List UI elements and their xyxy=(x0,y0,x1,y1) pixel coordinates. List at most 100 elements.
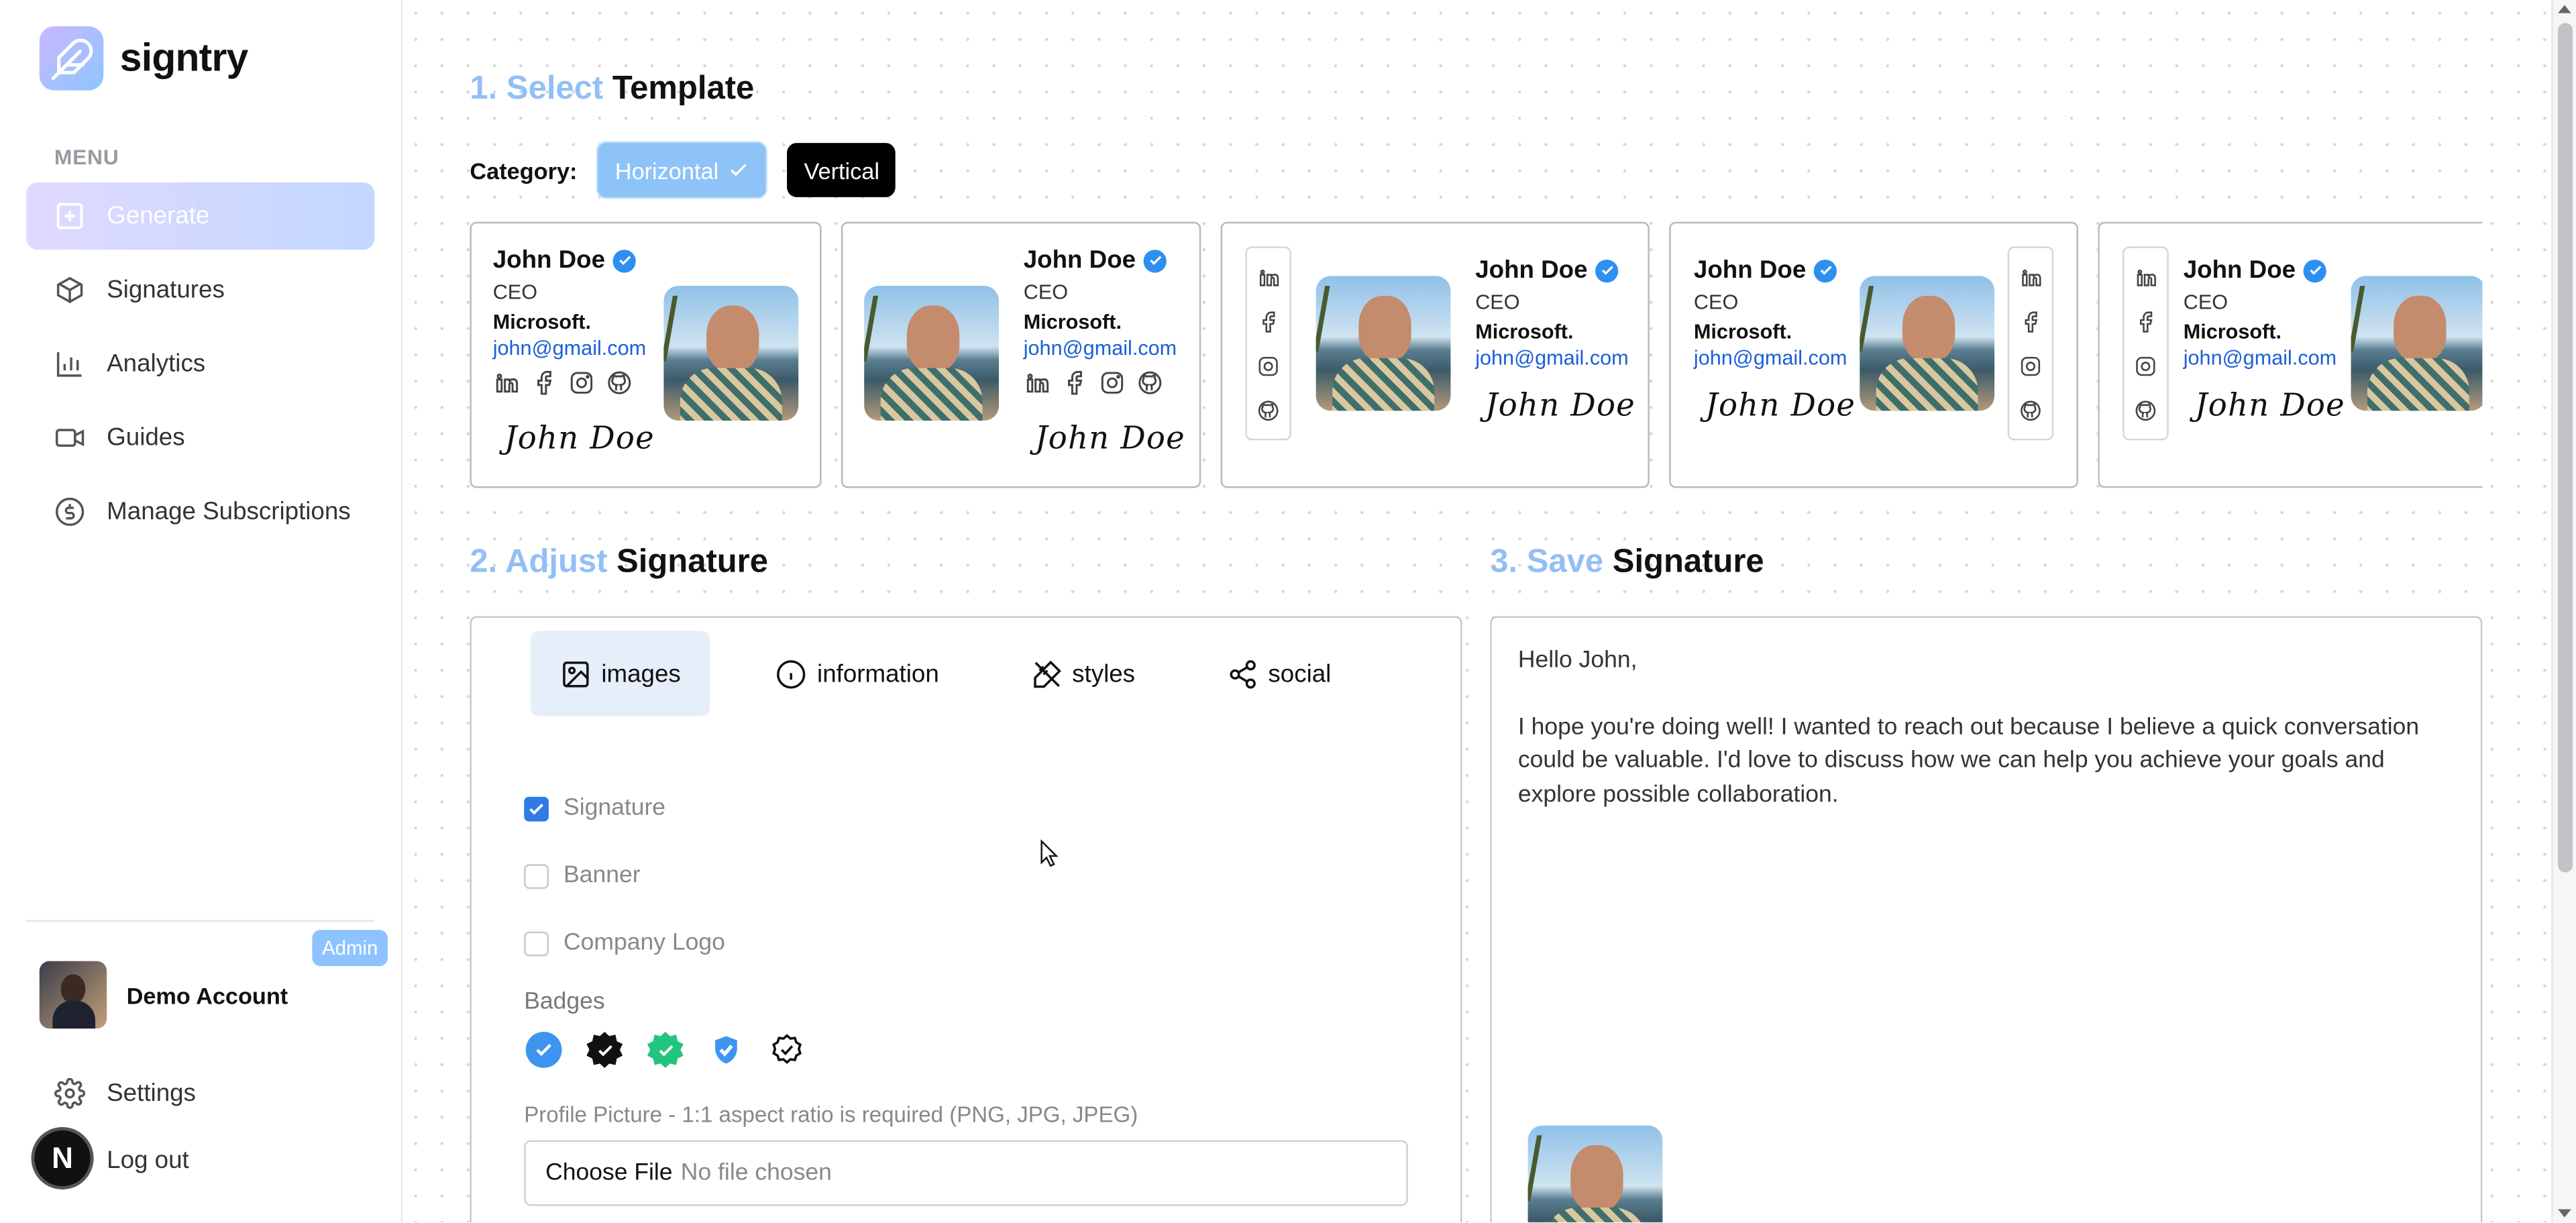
divider xyxy=(26,920,375,922)
green-verified-icon[interactable] xyxy=(647,1031,684,1068)
instagram-icon xyxy=(1258,356,1278,376)
email-preview: Hello John, I hope you're doing well! I … xyxy=(1518,644,2463,845)
scroll-up-icon[interactable] xyxy=(2558,5,2571,13)
scroll-thumb[interactable] xyxy=(2558,23,2573,873)
template-card[interactable]: John Doe CEO Microsoft. john@gmail.com J… xyxy=(1669,221,2078,488)
blue-verified-icon[interactable] xyxy=(525,1031,562,1068)
feather-logo-icon xyxy=(39,26,104,91)
profile-picture-file-input[interactable]: Choose File No file chosen xyxy=(524,1140,1408,1206)
badges-label: Badges xyxy=(524,989,605,1016)
tab-styles[interactable]: styles xyxy=(1002,631,1165,716)
n-badge: N xyxy=(31,1127,94,1190)
verified-icon xyxy=(1814,258,1837,282)
page-scrollbar[interactable] xyxy=(2551,0,2576,1223)
tab-images[interactable]: images xyxy=(531,631,710,716)
sidebar: signtry MENU Generate Signatures Analyti… xyxy=(0,0,403,1223)
verified-icon xyxy=(1595,258,1619,282)
app-name: signtry xyxy=(119,35,249,80)
social-icons xyxy=(1245,246,1291,441)
facebook-icon xyxy=(1263,311,1275,332)
account-card[interactable]: Demo Account xyxy=(39,961,288,1029)
option-banner[interactable]: Banner xyxy=(524,862,641,889)
profile-photo xyxy=(1316,276,1451,411)
template-role: CEO xyxy=(492,280,538,305)
tab-information[interactable]: information xyxy=(747,631,969,716)
social-icons xyxy=(1024,370,1163,396)
sidebar-item-signatures[interactable]: Signatures xyxy=(26,256,374,323)
black-verified-icon[interactable] xyxy=(586,1031,623,1068)
sidebar-item-label: Generate xyxy=(107,202,210,230)
email-body-text: I hope you're doing well! I wanted to re… xyxy=(1517,714,2420,808)
cube-icon xyxy=(56,276,83,303)
menu-label: MENU xyxy=(54,144,119,170)
template-card[interactable]: John Doe CEO Microsoft. john@gmail.com J… xyxy=(1220,221,1650,488)
signature-checkbox[interactable] xyxy=(524,796,549,821)
profile-picture-label: Profile Picture - 1:1 aspect ratio is re… xyxy=(524,1102,1138,1128)
logout-link[interactable]: Log out xyxy=(107,1147,189,1175)
scroll-down-icon[interactable] xyxy=(2558,1209,2571,1218)
blue-shield-icon[interactable] xyxy=(708,1032,745,1068)
main-content: 1. Select Template Category: Horizontal … xyxy=(402,0,2552,1223)
verified-icon xyxy=(613,249,637,272)
sidebar-item-analytics[interactable]: Analytics xyxy=(26,330,374,397)
github-icon xyxy=(1138,371,1162,394)
email-greeting: Hello John, xyxy=(1517,647,1638,674)
template-name: John Doe xyxy=(1024,246,1167,274)
adjust-panel: images information styles social Signatu… xyxy=(470,616,1462,1223)
github-icon xyxy=(2021,400,2041,420)
save-panel: Hello John, I hope you're doing well! I … xyxy=(1490,616,2483,1223)
template-role: CEO xyxy=(2183,290,2229,314)
github-icon xyxy=(2135,400,2156,420)
category-label: Category: xyxy=(470,156,578,184)
logout-label: Log out xyxy=(107,1147,189,1175)
role-badge: Admin xyxy=(312,930,388,967)
avatar xyxy=(39,961,107,1029)
template-email: john@gmail.com xyxy=(492,337,647,360)
sidebar-item-label: Signatures xyxy=(107,276,225,305)
share-icon xyxy=(1230,659,1256,688)
facebook-icon xyxy=(2025,311,2038,332)
bar-chart-icon xyxy=(56,352,82,377)
choose-file-button[interactable]: Choose File xyxy=(545,1160,672,1186)
category-horizontal-button[interactable]: Horizontal xyxy=(596,141,768,199)
template-card[interactable]: John Doe CEO Microsoft. john@gmail.com J… xyxy=(841,221,1201,488)
signature-script: John Doe xyxy=(504,420,655,457)
profile-photo xyxy=(1527,1125,1663,1223)
template-card[interactable]: John Doe CEO Microsoft. john@gmail.com J… xyxy=(2098,221,2483,488)
option-label: Banner xyxy=(564,862,641,889)
app-logo[interactable]: signtry xyxy=(39,26,249,91)
profile-photo xyxy=(663,286,799,421)
sidebar-item-generate[interactable]: Generate xyxy=(26,182,375,250)
settings-link[interactable]: Settings xyxy=(54,1077,196,1110)
template-company: Microsoft. xyxy=(1693,320,1792,343)
category-row: Category: Horizontal Vertical xyxy=(470,141,896,199)
badge-picker xyxy=(525,1031,805,1068)
template-card[interactable]: John Doe CEO Microsoft. john@gmail.com J… xyxy=(470,221,822,488)
sidebar-item-guides[interactable]: Guides xyxy=(26,404,374,471)
company-logo-checkbox[interactable] xyxy=(524,930,549,956)
video-icon xyxy=(55,429,85,447)
sidebar-item-manage-subscriptions[interactable]: Manage Subscriptions xyxy=(26,478,374,545)
banner-checkbox[interactable] xyxy=(524,863,549,888)
option-label: Company Logo xyxy=(564,930,725,957)
facebook-icon xyxy=(537,370,552,395)
linkedin-icon xyxy=(1026,373,1049,393)
facebook-icon xyxy=(1068,370,1083,395)
template-company: Microsoft. xyxy=(492,310,591,334)
linkedin-icon xyxy=(1259,268,1279,286)
sidebar-nav: Generate Signatures Analytics Guides Man… xyxy=(26,182,375,552)
option-company-logo[interactable]: Company Logo xyxy=(524,930,725,956)
outline-verified-icon[interactable] xyxy=(769,1032,805,1068)
sidebar-item-label: Guides xyxy=(107,423,185,452)
profile-photo xyxy=(2351,276,2483,411)
option-signature[interactable]: Signature xyxy=(524,795,665,822)
step3-title: 3. Save Signature xyxy=(1490,543,1764,580)
tab-social[interactable]: social xyxy=(1197,631,1360,716)
profile-photo xyxy=(1860,276,1995,411)
file-status: No file chosen xyxy=(680,1159,832,1187)
template-company: Microsoft. xyxy=(1475,320,1574,343)
signature-script: John Doe xyxy=(1485,387,1635,424)
category-vertical-button[interactable]: Vertical xyxy=(788,143,896,197)
account-name: Demo Account xyxy=(126,981,288,1008)
template-company: Microsoft. xyxy=(1023,310,1122,334)
